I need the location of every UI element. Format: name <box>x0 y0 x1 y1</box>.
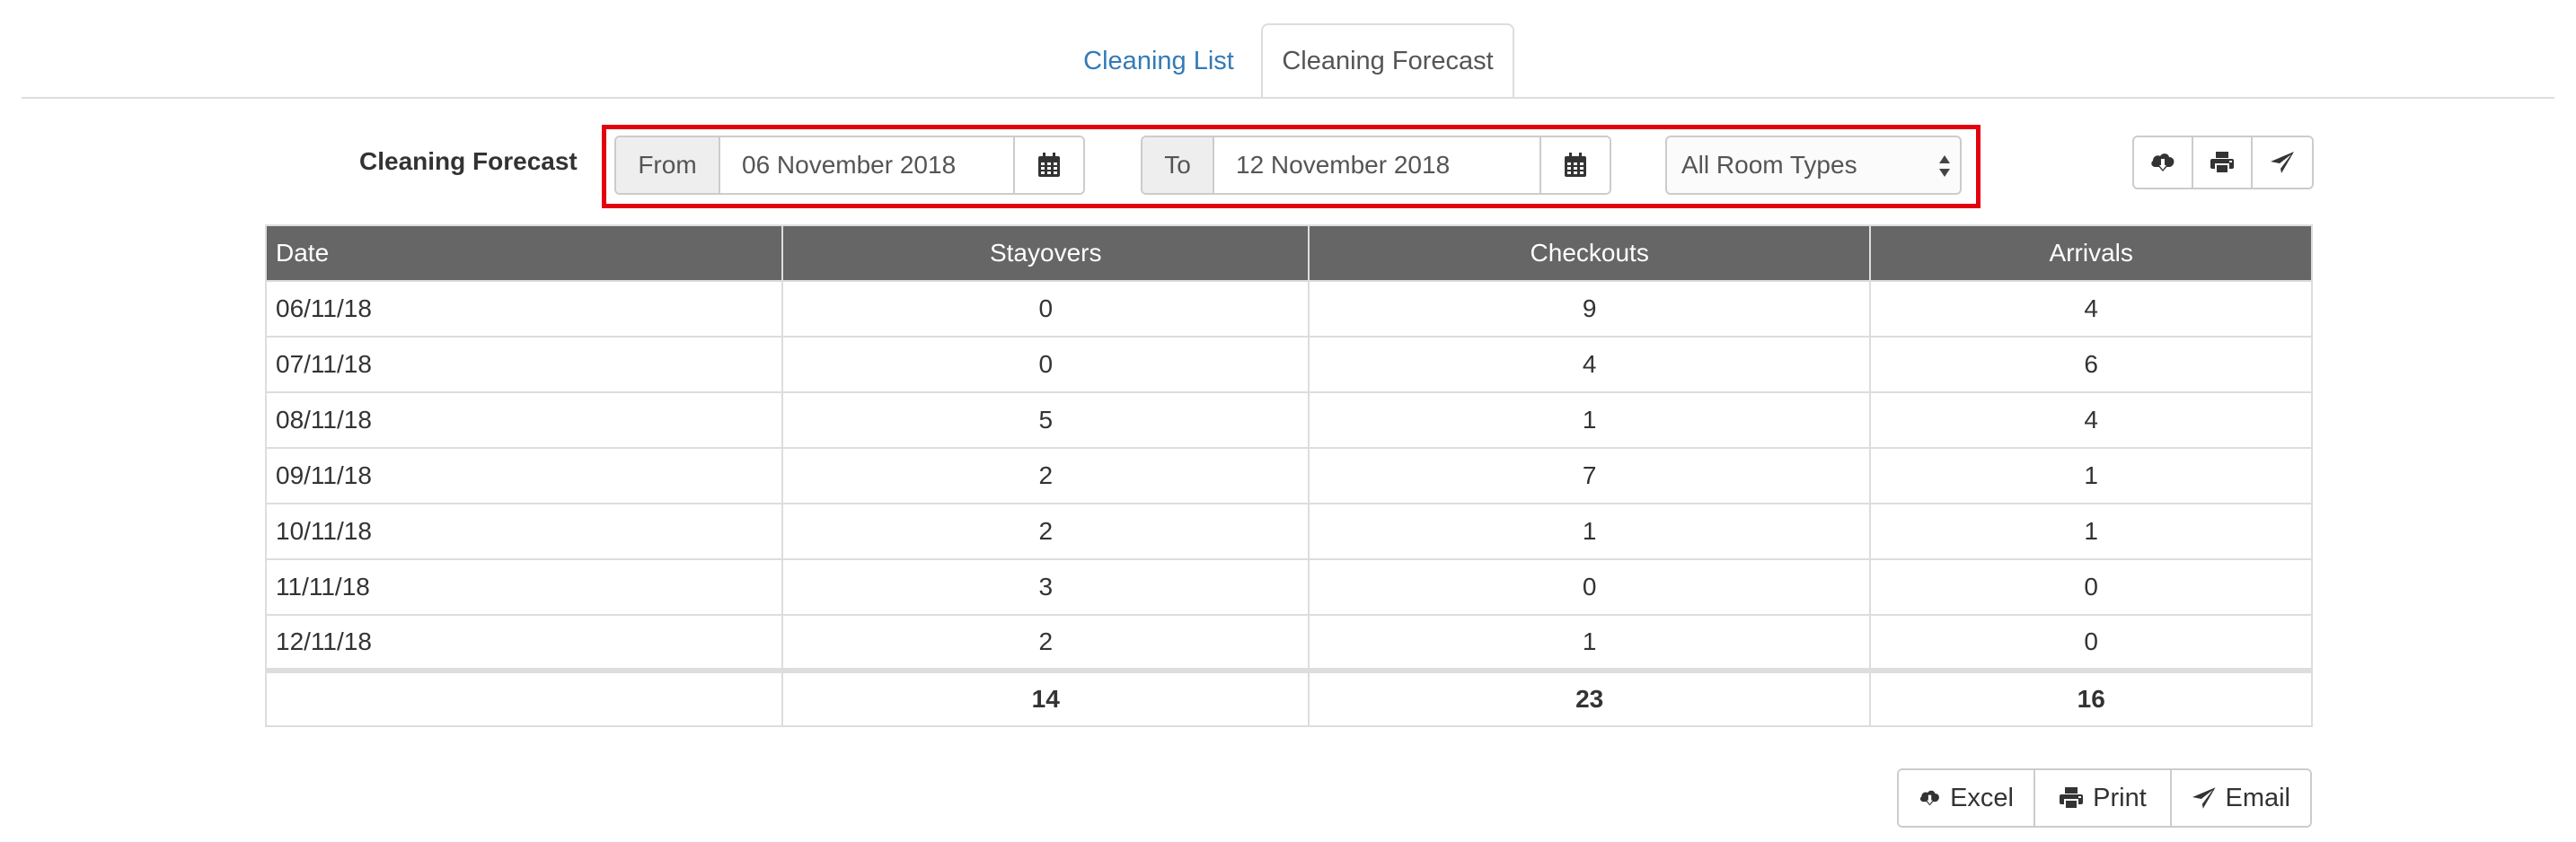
date-cell: 10/11/18 <box>264 503 784 560</box>
arrivals-total: 16 <box>1869 668 2313 727</box>
forecast-table: Date Stayovers Checkouts Arrivals 06/11/… <box>264 224 2313 727</box>
table-row: 06/11/18 0 9 4 <box>264 280 2313 338</box>
stayovers-cell: 3 <box>781 558 1310 616</box>
tab-cleaning-list[interactable]: Cleaning List <box>1069 23 1248 99</box>
stayovers-cell: 2 <box>781 503 1310 560</box>
totals-label-cell <box>264 668 784 727</box>
date-cell: 09/11/18 <box>264 447 784 504</box>
arrivals-cell: 1 <box>1869 503 2313 560</box>
totals-row: 14 23 16 <box>264 668 2313 727</box>
checkouts-cell: 4 <box>1307 336 1872 393</box>
excel-button[interactable]: Excel <box>1899 770 2035 826</box>
print-icon <box>2210 152 2234 174</box>
date-cell: 08/11/18 <box>264 391 784 449</box>
date-cell: 07/11/18 <box>264 336 784 393</box>
page-title: Cleaning Forecast <box>359 147 578 175</box>
date-cell: 11/11/18 <box>264 558 784 616</box>
to-calendar-button[interactable] <box>1541 137 1610 193</box>
print-icon-button[interactable] <box>2193 137 2253 188</box>
arrivals-cell: 0 <box>1869 614 2313 671</box>
from-label: From <box>616 137 720 193</box>
stayovers-cell: 2 <box>781 447 1310 504</box>
checkouts-cell: 0 <box>1307 558 1872 616</box>
checkouts-cell: 1 <box>1307 391 1872 449</box>
arrivals-cell: 6 <box>1869 336 2313 393</box>
table-row: 12/11/18 2 1 0 <box>264 614 2313 671</box>
export-icon-group <box>2132 136 2314 189</box>
email-button[interactable]: Email <box>2172 770 2310 826</box>
stayovers-cell: 0 <box>781 280 1310 338</box>
to-date-group: To 12 November 2018 <box>1141 136 1611 195</box>
checkouts-total: 23 <box>1307 668 1872 727</box>
column-header-date[interactable]: Date <box>264 224 784 282</box>
arrivals-cell: 4 <box>1869 391 2313 449</box>
stayovers-total: 14 <box>781 668 1310 727</box>
column-header-stayovers[interactable]: Stayovers <box>781 224 1310 282</box>
tab-bar: Cleaning List Cleaning Forecast <box>0 0 2576 99</box>
checkouts-cell: 1 <box>1307 614 1872 671</box>
column-header-arrivals[interactable]: Arrivals <box>1869 224 2313 282</box>
tabs-divider <box>22 97 2554 99</box>
checkouts-cell: 7 <box>1307 447 1872 504</box>
calendar-icon <box>1038 153 1060 177</box>
calendar-icon <box>1565 153 1586 177</box>
cloud-download-icon <box>2151 153 2175 171</box>
stayovers-cell: 5 <box>781 391 1310 449</box>
stayovers-cell: 2 <box>781 614 1310 671</box>
table-row: 07/11/18 0 4 6 <box>264 336 2313 393</box>
tab-cleaning-forecast[interactable]: Cleaning Forecast <box>1261 23 1514 99</box>
arrivals-cell: 1 <box>1869 447 2313 504</box>
date-cell: 06/11/18 <box>264 280 784 338</box>
send-icon <box>2271 152 2294 173</box>
from-date-input[interactable]: 06 November 2018 <box>720 137 1015 193</box>
email-icon-button[interactable] <box>2253 137 2312 188</box>
checkouts-cell: 1 <box>1307 503 1872 560</box>
email-label: Email <box>2225 783 2290 812</box>
cloud-download-icon <box>1919 790 1939 806</box>
table-header-row: Date Stayovers Checkouts Arrivals <box>264 224 2313 282</box>
send-icon <box>2192 787 2216 809</box>
excel-label: Excel <box>1950 783 2014 812</box>
from-calendar-button[interactable] <box>1015 137 1083 193</box>
date-cell: 12/11/18 <box>264 614 784 671</box>
arrivals-cell: 0 <box>1869 558 2313 616</box>
from-date-group: From 06 November 2018 <box>614 136 1085 195</box>
stayovers-cell: 0 <box>781 336 1310 393</box>
print-label: Print <box>2093 783 2147 812</box>
select-arrows-icon <box>1939 155 1950 177</box>
table-row: 09/11/18 2 7 1 <box>264 447 2313 504</box>
to-label: To <box>1142 137 1214 193</box>
column-header-checkouts[interactable]: Checkouts <box>1307 224 1872 282</box>
to-date-input[interactable]: 12 November 2018 <box>1214 137 1541 193</box>
print-icon <box>2060 787 2084 810</box>
room-type-select[interactable]: All Room Types <box>1665 136 1962 195</box>
export-button-group: Excel Print Email <box>1897 768 2312 828</box>
room-type-value: All Room Types <box>1681 151 1857 179</box>
arrivals-cell: 4 <box>1869 280 2313 338</box>
print-button[interactable]: Print <box>2035 770 2172 826</box>
table-row: 11/11/18 3 0 0 <box>264 558 2313 616</box>
table-row: 08/11/18 5 1 4 <box>264 391 2313 449</box>
table-row: 10/11/18 2 1 1 <box>264 503 2313 560</box>
excel-icon-button[interactable] <box>2134 137 2193 188</box>
checkouts-cell: 9 <box>1307 280 1872 338</box>
